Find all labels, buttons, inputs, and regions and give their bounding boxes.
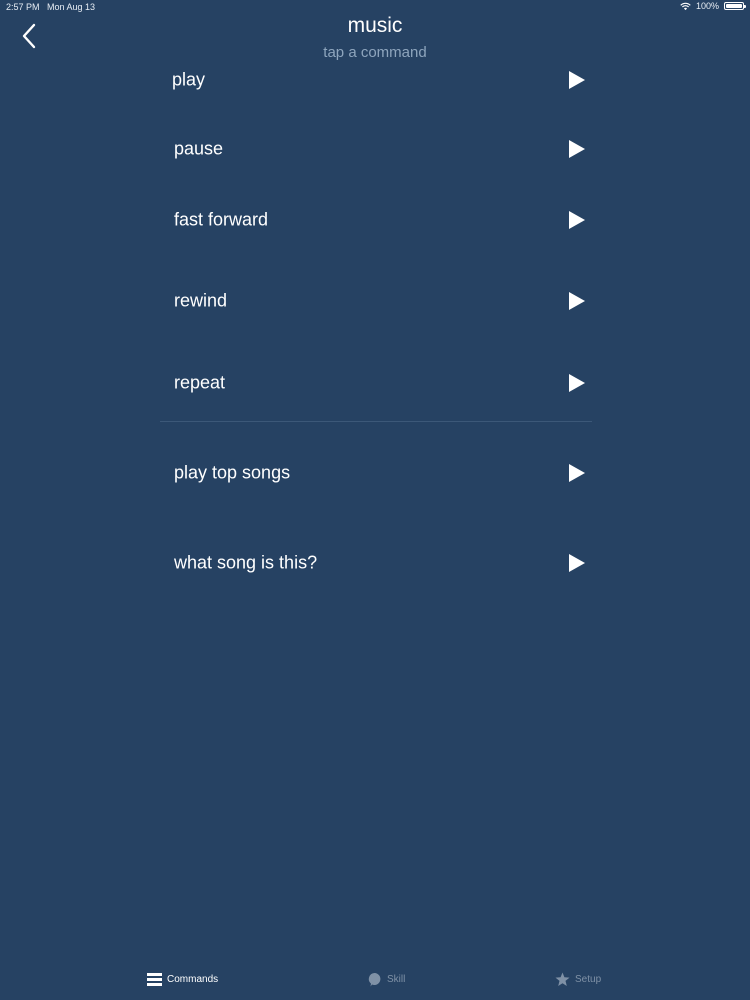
command-label: play [172, 69, 206, 90]
play-icon[interactable] [568, 70, 586, 90]
speech-bubble-icon [368, 972, 381, 986]
command-row-play[interactable]: play [160, 60, 592, 100]
play-icon[interactable] [568, 139, 586, 159]
music-commands-screen: 2:57 PM Mon Aug 13 100% music tap a comm… [0, 0, 750, 1000]
command-row-rewind[interactable]: rewind [160, 281, 592, 321]
play-icon[interactable] [568, 463, 586, 483]
tab-label: Skill [387, 973, 406, 985]
command-row-pause[interactable]: pause [160, 129, 592, 169]
command-row-what-song-is-this[interactable]: what song is this? [160, 543, 592, 583]
star-icon [555, 972, 570, 986]
tab-setup[interactable]: Setup [555, 968, 601, 990]
command-row-fast-forward[interactable]: fast forward [160, 200, 592, 240]
play-icon[interactable] [568, 553, 586, 573]
play-icon[interactable] [568, 291, 586, 311]
list-icon [147, 972, 162, 986]
command-label: pause [174, 138, 224, 159]
play-icon[interactable] [568, 210, 586, 230]
status-bar: 2:57 PM Mon Aug 13 100% [0, 0, 750, 14]
command-row-play-top-songs[interactable]: play top songs [160, 453, 592, 493]
command-row-repeat[interactable]: repeat [160, 363, 592, 403]
tab-skill[interactable]: Skill [367, 968, 405, 990]
wifi-icon [680, 2, 691, 10]
status-time: 2:57 PM [6, 2, 40, 12]
tab-commands[interactable]: Commands [147, 968, 218, 990]
command-label: repeat [174, 372, 226, 393]
page-title: music [347, 14, 403, 37]
status-date: Mon Aug 13 [47, 2, 96, 12]
play-icon[interactable] [568, 373, 586, 393]
command-label: what song is this? [174, 552, 318, 573]
page-subtitle: tap a command [323, 44, 427, 61]
tab-label: Commands [167, 973, 219, 985]
battery-percent: 100% [695, 1, 719, 11]
section-divider [160, 421, 592, 422]
command-label: play top songs [174, 462, 291, 483]
tab-bar: Commands Skill Setup [0, 962, 750, 1000]
tab-label: Setup [575, 973, 602, 985]
command-label: rewind [174, 290, 228, 311]
command-label: fast forward [174, 209, 269, 230]
battery-icon [724, 2, 746, 10]
status-indicators: 100% [680, 1, 746, 11]
